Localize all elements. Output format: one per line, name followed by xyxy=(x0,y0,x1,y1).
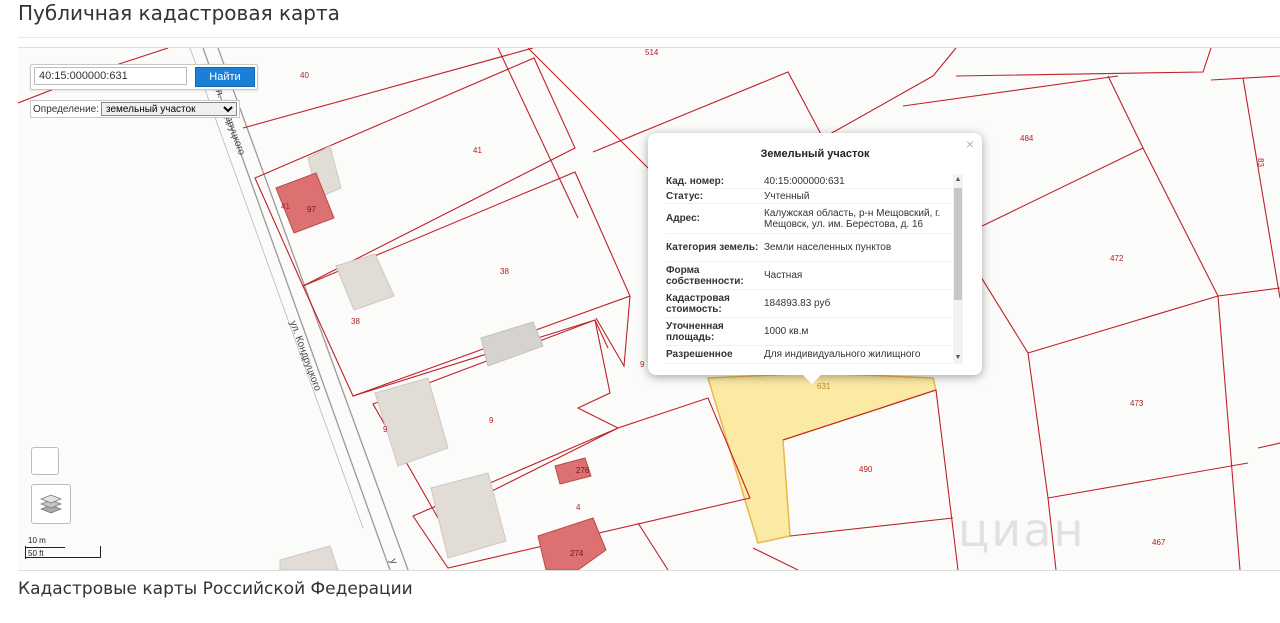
attr-row-cadastral-number: Кад. номер: 40:15:000000:631 xyxy=(666,174,951,189)
parcel-label: 276 xyxy=(576,466,590,475)
page-title: Публичная кадастровая карта xyxy=(18,1,340,25)
attr-key: Форма собственности: xyxy=(666,264,744,287)
attr-key: Уточненная площадь: xyxy=(666,320,724,343)
title-divider xyxy=(18,37,1280,38)
search-button[interactable]: Найти xyxy=(195,67,255,87)
street-label: ул. Кондруцкого xyxy=(287,319,323,393)
parcel-label: 484 xyxy=(1020,134,1034,143)
popup-title: Земельный участок xyxy=(760,148,870,160)
parcel-label: 490 xyxy=(859,465,873,474)
cadastral-search-input[interactable] xyxy=(34,67,187,85)
parcel-label: 514 xyxy=(645,48,659,57)
street-label: у xyxy=(387,557,399,565)
cadastral-map[interactable]: 514 40 41 41 97 38 38 9 9 9 276 4 274 63… xyxy=(18,47,1280,571)
parcel-label: 473 xyxy=(1130,399,1144,408)
selected-parcel-631[interactable] xyxy=(707,372,937,544)
parcel-label: 9 xyxy=(489,416,494,425)
attr-row-land-category: Категория земель: Земли населенных пункт… xyxy=(666,234,951,262)
parcel-label: 83 xyxy=(1256,158,1265,167)
scroll-down-icon[interactable]: ▼ xyxy=(953,354,963,362)
attr-key: Разрешенное xyxy=(666,349,733,360)
attr-value: Учтенный xyxy=(764,190,810,202)
attr-key: Адрес: xyxy=(666,213,700,224)
map-tool-button[interactable] xyxy=(31,447,59,475)
attr-key: Статус: xyxy=(666,190,704,202)
parcel-info-popup: × Земельный участок Кад. номер: 40:15:00… xyxy=(648,133,982,384)
attr-value: Для индивидуального жилищного xyxy=(764,349,921,360)
search-box: Найти xyxy=(30,64,258,90)
attr-value: Частная xyxy=(764,270,803,281)
attr-row-address: Адрес: Калужская область, р-н Мещовский,… xyxy=(666,204,951,234)
definition-row: Определение: земельный участок xyxy=(30,100,241,118)
attr-row-cadastral-value: Кадастровая стоимость: 184893.83 руб xyxy=(666,290,951,318)
parcel-label: 9 xyxy=(383,425,388,434)
scroll-up-icon[interactable]: ▲ xyxy=(953,176,963,184)
parcel-label: 41 xyxy=(473,146,482,155)
scale-label-metric: 10 m xyxy=(28,536,46,545)
popup-attributes: Кад. номер: 40:15:000000:631 Статус: Учт… xyxy=(666,174,951,370)
attr-value: 1000 кв.м xyxy=(764,326,809,337)
parcel-label: 41 xyxy=(281,202,290,211)
definition-select[interactable]: земельный участок xyxy=(101,102,238,116)
parcel-label: 9 xyxy=(640,360,645,369)
attr-key: Категория земель: xyxy=(666,242,759,253)
scale-label-imperial: 50 ft xyxy=(28,549,44,558)
layers-button[interactable] xyxy=(31,484,71,524)
attr-value: Калужская область, р-н Мещовский, г. Мещ… xyxy=(764,207,941,230)
attr-row-area: Уточненная площадь: 1000 кв.м xyxy=(666,318,951,346)
scroll-thumb[interactable] xyxy=(954,188,962,300)
parcel-label: 274 xyxy=(570,549,584,558)
attr-row-ownership: Форма собственности: Частная xyxy=(666,262,951,290)
parcel-label: 467 xyxy=(1152,538,1166,547)
attr-row-permitted-use: Разрешенное Для индивидуального жилищног… xyxy=(666,346,951,364)
attr-key: Кад. номер: xyxy=(666,175,725,187)
attr-value: 184893.83 руб xyxy=(764,298,831,309)
parcel-label: 472 xyxy=(1110,254,1124,263)
section-title: Кадастровые карты Российской Федерации xyxy=(18,579,413,599)
street-labels: ул. Кондруцкого ул. Кондруцкого у xyxy=(211,83,399,565)
attr-row-status: Статус: Учтенный xyxy=(666,189,951,204)
definition-label: Определение: xyxy=(33,103,100,115)
attr-value: 40:15:000000:631 xyxy=(764,175,845,187)
parcel-label: 40 xyxy=(300,71,309,80)
parcel-label: 97 xyxy=(307,205,316,214)
watermark: циан xyxy=(958,503,1086,557)
attr-key: Кадастровая стоимость: xyxy=(666,292,730,315)
attr-value: Земли населенных пунктов xyxy=(764,242,892,253)
parcel-label: 38 xyxy=(351,317,360,326)
layers-icon xyxy=(40,494,62,514)
parcel-label: 38 xyxy=(500,267,509,276)
scale-bar: 10 m 50 ft xyxy=(24,534,104,566)
parcel-label: 4 xyxy=(576,503,581,512)
popup-scrollbar[interactable]: ▲ ▼ xyxy=(953,174,963,364)
popup-pointer xyxy=(803,375,821,384)
street-label: ул. Кондруцкого xyxy=(211,83,247,157)
